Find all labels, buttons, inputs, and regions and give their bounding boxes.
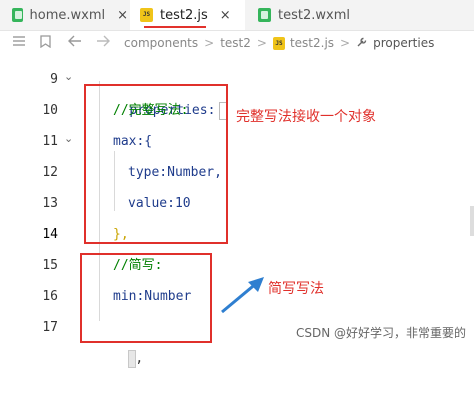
breadcrumb-item-test2[interactable]: test2 xyxy=(220,36,251,50)
breadcrumb-separator: > xyxy=(204,36,215,50)
line-number: 9 xyxy=(50,72,58,87)
tab-label: home.wxml xyxy=(29,7,106,23)
forward-arrow-icon[interactable] xyxy=(96,35,110,51)
tab-label: test2.js xyxy=(160,7,208,23)
back-arrow-icon[interactable] xyxy=(68,35,82,51)
line-number: 11 xyxy=(42,134,58,149)
tab-label: test2.wxml xyxy=(278,7,350,23)
breadcrumb-item-components[interactable]: components xyxy=(124,36,198,50)
breadcrumb-item-test2-js[interactable]: test2.js xyxy=(290,36,334,50)
short-form-annotation: 简写写法 xyxy=(268,281,324,297)
chevron-down-icon[interactable]: ⌄ xyxy=(64,70,73,83)
list-icon[interactable] xyxy=(12,35,26,51)
breadcrumb-separator: > xyxy=(340,36,351,50)
line-number: 12 xyxy=(42,165,58,180)
tab-test2-wxml[interactable]: test2.wxml xyxy=(258,0,378,30)
tab-home-wxml[interactable]: home.wxml × xyxy=(12,0,128,30)
annotation-arrow xyxy=(221,277,264,314)
breadcrumb: components > test2 > JS test2.js > prope… xyxy=(0,31,474,55)
js-file-icon: JS xyxy=(140,8,153,22)
short-form-highlight-box xyxy=(80,253,212,343)
full-form-annotation: 完整写法接收一个对象 xyxy=(236,109,376,125)
line-number: 17 xyxy=(42,320,58,335)
code-editor[interactable]: 9 ⌄ properties: 10 //完整写法: 11 ⌄ max:{ 12… xyxy=(0,56,474,368)
full-form-highlight-box xyxy=(84,84,228,244)
line-number: 13 xyxy=(42,196,58,211)
line-number: 14 xyxy=(42,227,58,242)
editor-tab-bar: home.wxml × JS test2.js × test2.wxml xyxy=(0,0,474,31)
wxml-file-icon xyxy=(258,8,271,22)
close-icon[interactable]: × xyxy=(220,8,231,23)
chevron-down-icon[interactable]: ⌄ xyxy=(64,132,73,145)
breadcrumb-separator: > xyxy=(256,36,267,50)
line-number: 16 xyxy=(42,289,58,304)
line-number: 10 xyxy=(42,103,58,118)
line-number: 15 xyxy=(42,258,58,273)
wxml-file-icon xyxy=(12,8,23,22)
js-file-icon: JS xyxy=(272,36,285,50)
active-tab-underline xyxy=(144,26,206,28)
breadcrumb-item-properties[interactable]: properties xyxy=(373,36,434,50)
scrollbar-thumb[interactable] xyxy=(470,206,474,236)
wrench-icon xyxy=(356,36,368,51)
watermark: CSDN @好好学习，非常重要的 xyxy=(296,326,467,340)
close-icon[interactable]: × xyxy=(117,8,128,23)
bookmark-icon[interactable] xyxy=(40,34,51,52)
